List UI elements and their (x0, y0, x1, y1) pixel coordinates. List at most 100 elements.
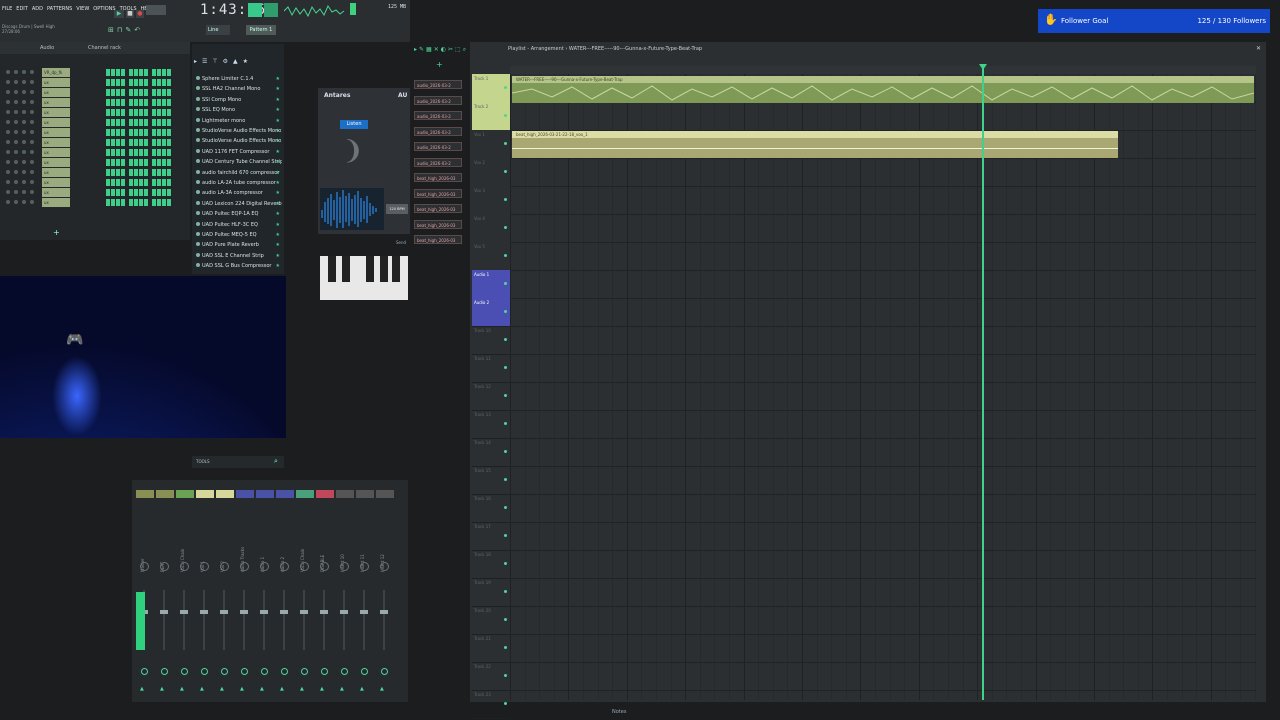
step-button[interactable] (139, 109, 143, 116)
track-header[interactable]: Track 19 (472, 578, 510, 607)
step-button[interactable] (139, 89, 143, 96)
step-button[interactable] (121, 149, 125, 156)
step-sequencer[interactable] (106, 159, 175, 168)
channel-row[interactable]: ux (2, 108, 182, 117)
play-icon[interactable]: ▶ (114, 10, 124, 18)
pattern-item[interactable]: beat_high_2026-03 (414, 173, 462, 182)
song-mode[interactable] (264, 3, 278, 17)
step-sequencer[interactable] (106, 139, 175, 148)
step-sequencer[interactable] (106, 129, 175, 138)
step-button[interactable] (162, 79, 166, 86)
channel-mute-icon[interactable] (6, 110, 10, 114)
track-header[interactable]: Track 13 (472, 410, 510, 439)
fader-track[interactable] (183, 590, 185, 650)
track-led-icon[interactable] (504, 646, 507, 649)
step-button[interactable] (134, 169, 138, 176)
favorite-icon[interactable]: ★ (276, 74, 280, 84)
track-led-icon[interactable] (504, 450, 507, 453)
plugin-item[interactable]: UAD SSL E Channel Strip ★ (196, 251, 282, 261)
track-header[interactable]: Track 21 (472, 634, 510, 663)
channel-mute-icon[interactable] (14, 110, 18, 114)
favorite-icon[interactable]: ★ (276, 261, 280, 271)
step-button[interactable] (111, 169, 115, 176)
step-button[interactable] (106, 149, 110, 156)
step-button[interactable] (129, 189, 133, 196)
step-button[interactable] (157, 139, 161, 146)
star-filter-icon[interactable]: ★ (243, 58, 253, 65)
stop-icon[interactable]: ■ (125, 10, 134, 18)
step-sequencer[interactable] (106, 199, 175, 208)
step-button[interactable] (139, 189, 143, 196)
channel-mute-icon[interactable] (14, 160, 18, 164)
track-led-icon[interactable] (504, 674, 507, 677)
track-header[interactable]: Track 11 (472, 354, 510, 383)
channel-mute-icon[interactable] (6, 140, 10, 144)
channel-row[interactable]: ux (2, 158, 182, 167)
track-led-icon[interactable] (504, 114, 507, 117)
fader-knob[interactable] (200, 610, 208, 614)
track-led-icon[interactable] (504, 170, 507, 173)
step-button[interactable] (162, 109, 166, 116)
favorite-icon[interactable]: ★ (276, 95, 280, 105)
track-led-icon[interactable] (504, 534, 507, 537)
playhead-marker[interactable] (978, 64, 987, 70)
playlist-grid[interactable] (510, 74, 1256, 700)
pan-knob[interactable] (380, 562, 389, 571)
plugin-item[interactable]: UAD 1176 FET Compressor ★ (196, 147, 282, 157)
track-led-icon[interactable] (504, 562, 507, 565)
channel-row[interactable]: ux (2, 168, 182, 177)
step-button[interactable] (134, 99, 138, 106)
step-button[interactable] (162, 169, 166, 176)
step-button[interactable] (162, 99, 166, 106)
fx-slot-icon[interactable] (301, 668, 308, 675)
step-button[interactable] (111, 79, 115, 86)
favorite-icon[interactable]: ★ (276, 147, 280, 157)
step-button[interactable] (157, 89, 161, 96)
channel-row[interactable]: ux (2, 118, 182, 127)
favorite-icon[interactable]: ★ (276, 240, 280, 250)
channel-mute-icon[interactable] (22, 70, 26, 74)
mixer-channel[interactable]: BEAT ▲ (156, 490, 174, 700)
channel-row[interactable]: ux (2, 188, 182, 197)
playhead[interactable] (981, 66, 984, 700)
fader-knob[interactable] (280, 610, 288, 614)
channel-row[interactable]: ux (2, 198, 182, 207)
step-button[interactable] (157, 129, 161, 136)
pattern-item[interactable]: beat_high_2026-03 (414, 204, 462, 213)
step-button[interactable] (139, 139, 143, 146)
step-button[interactable] (139, 199, 143, 206)
track-header[interactable]: Track 15 (472, 466, 510, 495)
step-sequencer[interactable] (106, 179, 175, 188)
step-button[interactable] (121, 189, 125, 196)
tree-icon[interactable]: ⊤ (212, 58, 222, 65)
menu-patterns[interactable]: PATTERNS (47, 6, 72, 12)
zoom-tool-icon[interactable]: ⌕ (463, 46, 468, 53)
step-button[interactable] (144, 149, 148, 156)
send-arrow-icon[interactable]: ▲ (300, 686, 304, 692)
channel-name[interactable]: ux (42, 168, 70, 177)
channel-mute-icon[interactable] (14, 100, 18, 104)
gear-icon[interactable]: ⚙ (223, 58, 233, 65)
step-button[interactable] (116, 99, 120, 106)
favorite-icon[interactable]: ★ (276, 116, 280, 126)
step-button[interactable] (111, 149, 115, 156)
channel-mute-icon[interactable] (6, 190, 10, 194)
step-button[interactable] (134, 119, 138, 126)
step-button[interactable] (106, 139, 110, 146)
step-button[interactable] (152, 169, 156, 176)
pan-knob[interactable] (240, 562, 249, 571)
step-button[interactable] (121, 169, 125, 176)
pan-knob[interactable] (320, 562, 329, 571)
step-button[interactable] (139, 169, 143, 176)
step-button[interactable] (111, 189, 115, 196)
step-button[interactable] (106, 129, 110, 136)
step-button[interactable] (129, 119, 133, 126)
plugin-item[interactable]: StudioVerse Audio Effects Mono Series★ (196, 136, 282, 146)
fader-track[interactable] (163, 590, 165, 650)
step-button[interactable] (152, 149, 156, 156)
plugin-item[interactable]: UAD Lexicon 224 Digital Reverb ★ (196, 199, 282, 209)
channel-mute-icon[interactable] (30, 160, 34, 164)
step-button[interactable] (106, 89, 110, 96)
pattern-item[interactable]: beat_high_2026-03 (414, 219, 462, 229)
step-sequencer[interactable] (106, 89, 175, 98)
